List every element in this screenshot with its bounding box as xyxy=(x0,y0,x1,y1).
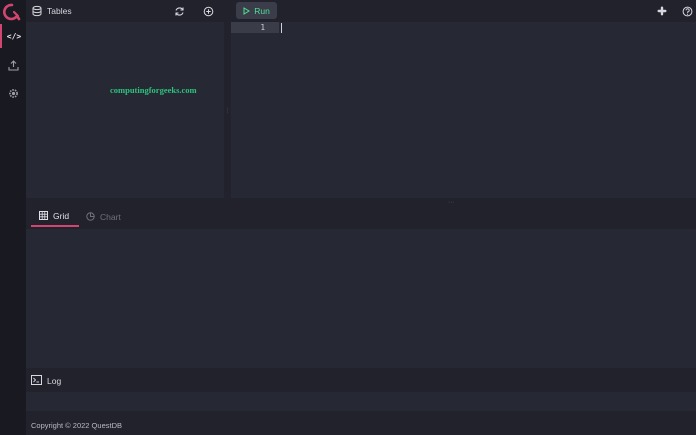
help-icon xyxy=(682,6,692,16)
plus-circle-icon xyxy=(203,6,213,16)
grid-icon xyxy=(39,211,48,220)
add-table-button[interactable] xyxy=(200,3,216,19)
help-button[interactable] xyxy=(679,3,695,19)
tab-grid[interactable]: Grid xyxy=(31,206,79,227)
drag-handle-icon: ⋯ xyxy=(448,199,454,206)
schema-panel xyxy=(26,22,224,198)
tables-title: Tables xyxy=(47,6,72,16)
log-header xyxy=(26,369,696,391)
slack-button[interactable] xyxy=(654,3,670,19)
line-number: 1 xyxy=(260,23,265,32)
slack-icon xyxy=(657,6,667,16)
sidebar-item-import[interactable] xyxy=(0,54,26,76)
terminal-icon xyxy=(31,375,42,385)
sql-editor[interactable] xyxy=(231,22,696,198)
drag-handle-icon: ⋮ xyxy=(224,107,231,114)
text-cursor xyxy=(281,23,282,33)
sidebar-item-settings[interactable] xyxy=(0,82,26,104)
tab-grid-label: Grid xyxy=(53,210,70,221)
tab-chart-label: Chart xyxy=(100,211,121,222)
database-icon xyxy=(32,5,42,17)
refresh-button[interactable] xyxy=(171,3,187,19)
code-icon: </> xyxy=(6,31,22,41)
top-toolbar xyxy=(26,0,696,22)
vertical-splitter[interactable]: ⋮ xyxy=(224,22,231,198)
refresh-icon xyxy=(174,6,184,16)
footer-copyright: Copyright © 2022 QuestDB xyxy=(31,421,122,430)
horizontal-splitter[interactable]: ⋯ xyxy=(26,198,696,206)
log-output xyxy=(26,392,696,411)
sidebar-item-code-editor[interactable]: </> xyxy=(0,24,26,48)
play-icon xyxy=(243,6,251,15)
results-grid-area xyxy=(26,229,696,368)
log-title: Log xyxy=(47,376,62,386)
chart-icon xyxy=(86,212,95,221)
tab-chart[interactable]: Chart xyxy=(84,206,134,227)
gear-icon xyxy=(8,88,18,98)
questdb-logo-icon xyxy=(3,3,21,21)
watermark-text: computingforgeeks.com xyxy=(110,85,197,95)
run-query-button[interactable]: Run xyxy=(236,2,277,19)
upload-icon xyxy=(7,59,19,71)
run-button-label: Run xyxy=(254,5,270,16)
